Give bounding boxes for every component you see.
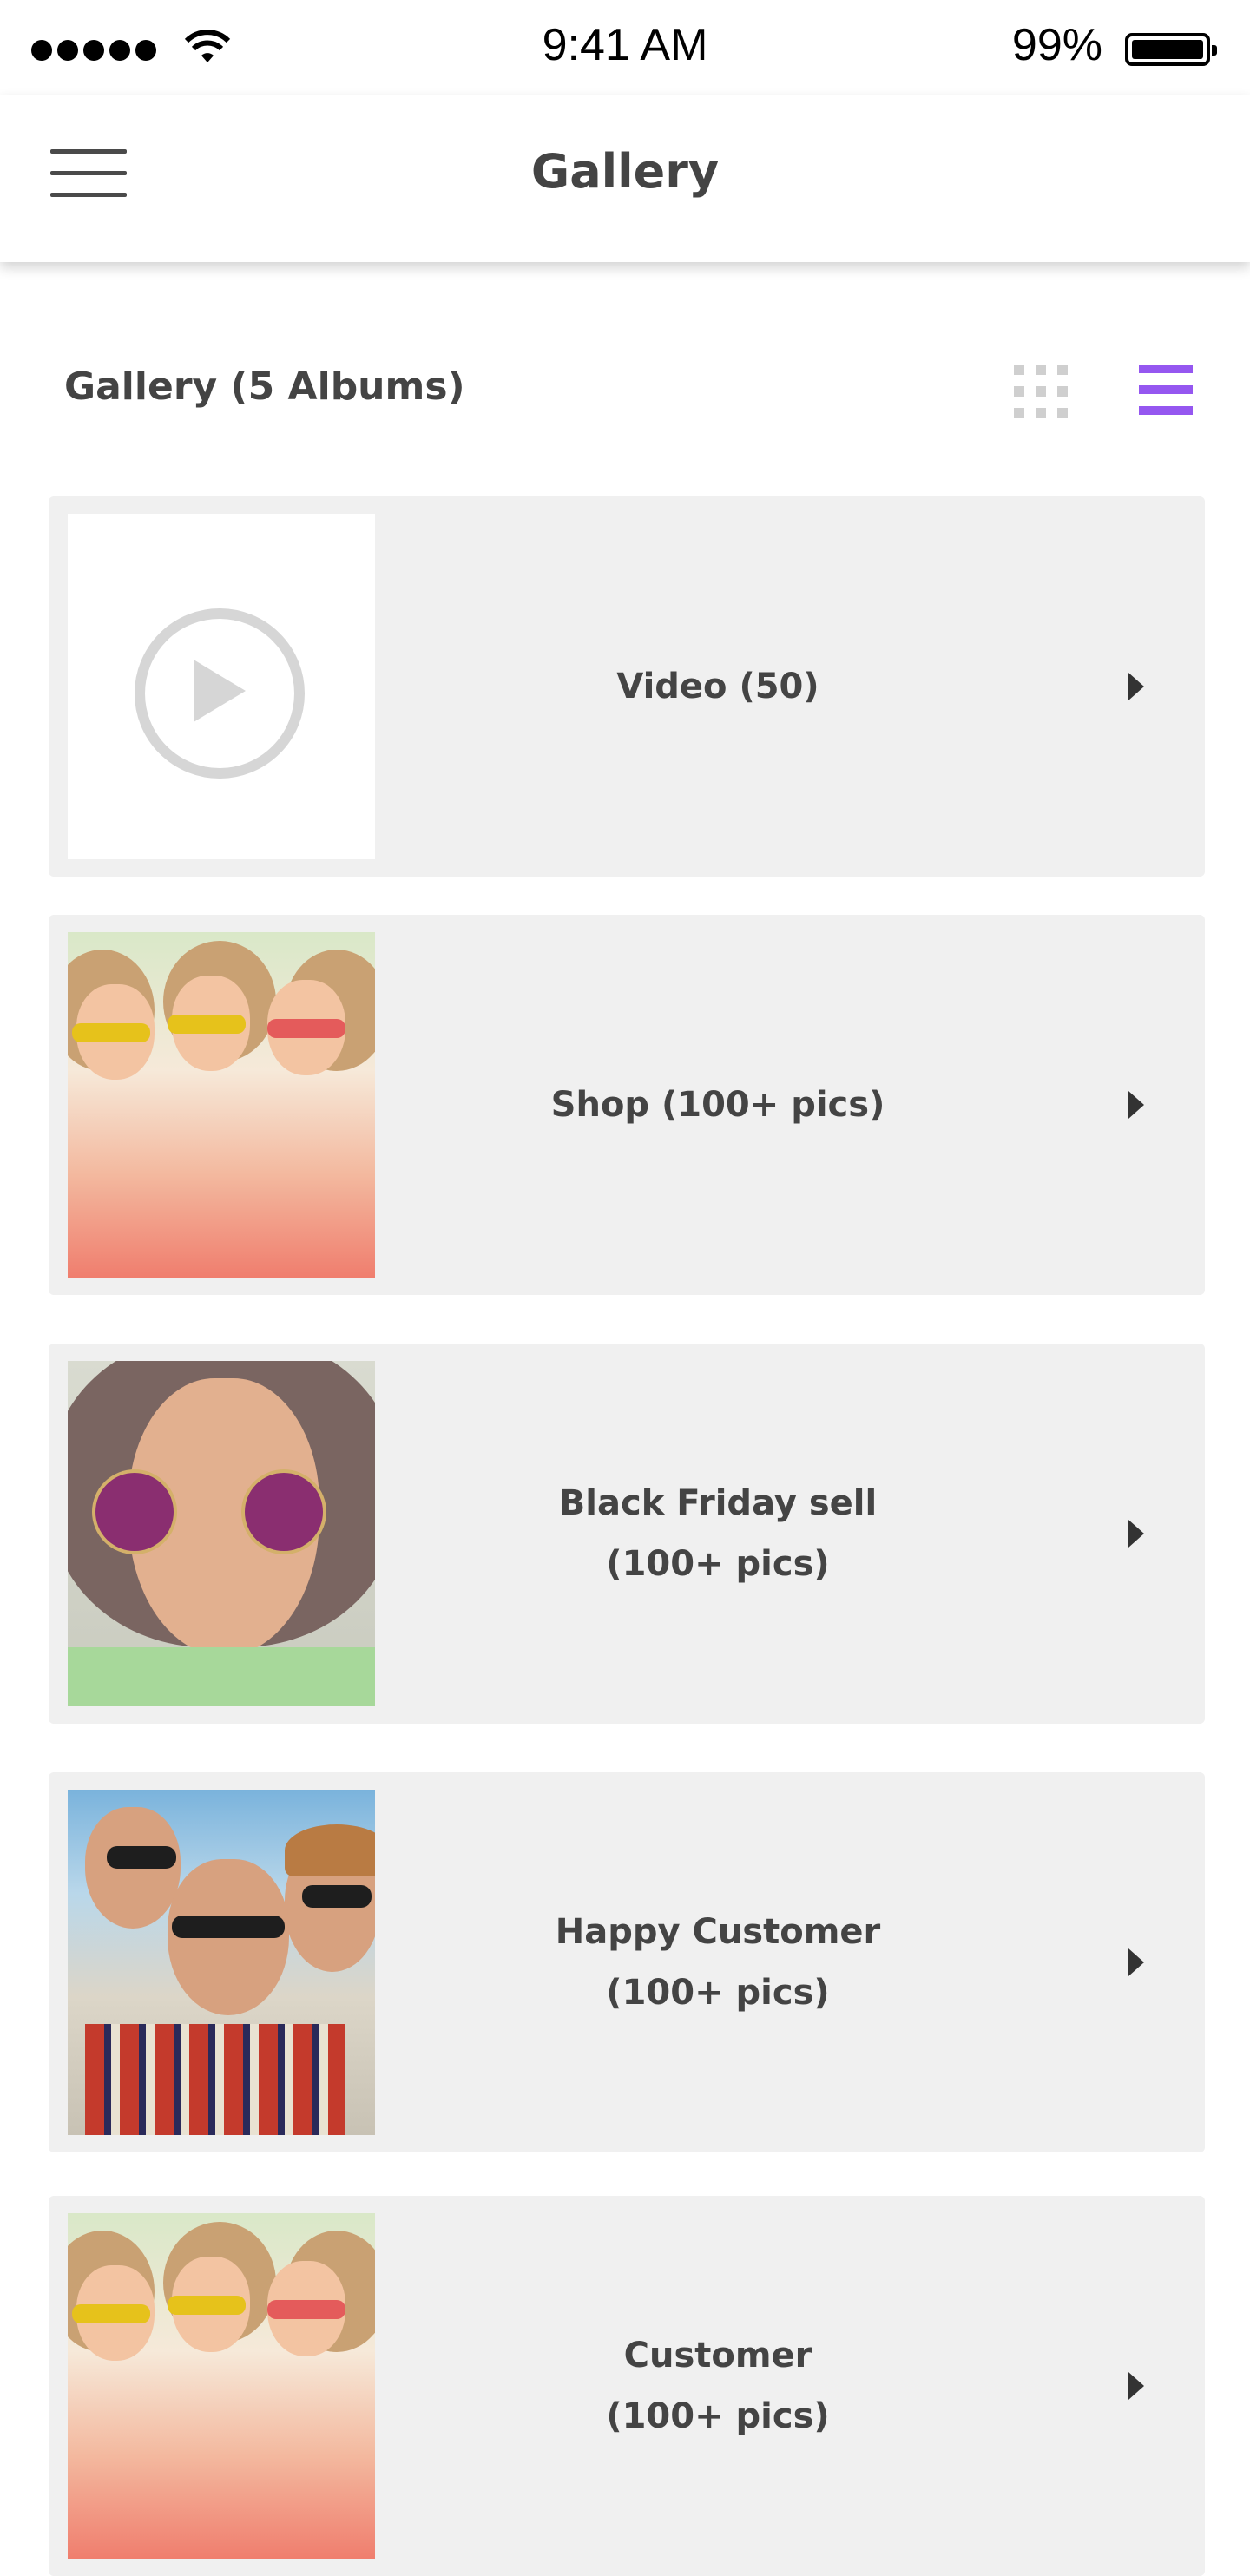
album-thumbnail xyxy=(68,2213,375,2559)
album-item-black-friday[interactable]: Black Friday sell (100+ pics) xyxy=(49,1344,1205,1724)
photo-group-selfie xyxy=(68,1790,375,2135)
battery-icon xyxy=(1125,33,1217,66)
album-label: Customer (100+ pics) xyxy=(606,2336,830,2436)
chevron-right-icon xyxy=(1128,1948,1144,1976)
album-thumbnail xyxy=(68,932,375,1278)
photo-portrait-sunglasses xyxy=(68,1361,375,1706)
album-label: Video (50) xyxy=(616,667,819,706)
chevron-right-icon xyxy=(1128,1520,1144,1548)
album-label: Shop (100+ pics) xyxy=(550,1085,885,1125)
nav-bar: Gallery xyxy=(0,95,1250,262)
battery-percentage: 99% xyxy=(1011,20,1102,70)
album-label: Black Friday sell (100+ pics) xyxy=(558,1483,878,1584)
photo-friends-sunglasses xyxy=(68,932,375,1278)
album-thumbnail xyxy=(68,1361,375,1706)
photo-friends-sunglasses xyxy=(68,2213,375,2559)
album-thumbnail xyxy=(68,514,375,859)
album-label: Happy Customer (100+ pics) xyxy=(555,1912,881,2013)
album-thumbnail xyxy=(68,1790,375,2135)
album-item-customer[interactable]: Customer (100+ pics) xyxy=(49,2196,1205,2576)
album-item-video[interactable]: Video (50) xyxy=(49,496,1205,877)
status-bar: 9:41 AM 99% xyxy=(0,0,1250,95)
chevron-right-icon xyxy=(1128,1091,1144,1119)
page-title: Gallery xyxy=(530,144,720,199)
album-item-shop[interactable]: Shop (100+ pics) xyxy=(49,915,1205,1295)
chevron-right-icon xyxy=(1128,2372,1144,2400)
list-view-icon[interactable] xyxy=(1139,365,1193,415)
chevron-right-icon xyxy=(1128,673,1144,700)
grid-view-icon[interactable] xyxy=(1014,365,1068,418)
album-item-happy-customer[interactable]: Happy Customer (100+ pics) xyxy=(49,1772,1205,2152)
gallery-album-count: Gallery (5 Albums) xyxy=(64,365,465,409)
